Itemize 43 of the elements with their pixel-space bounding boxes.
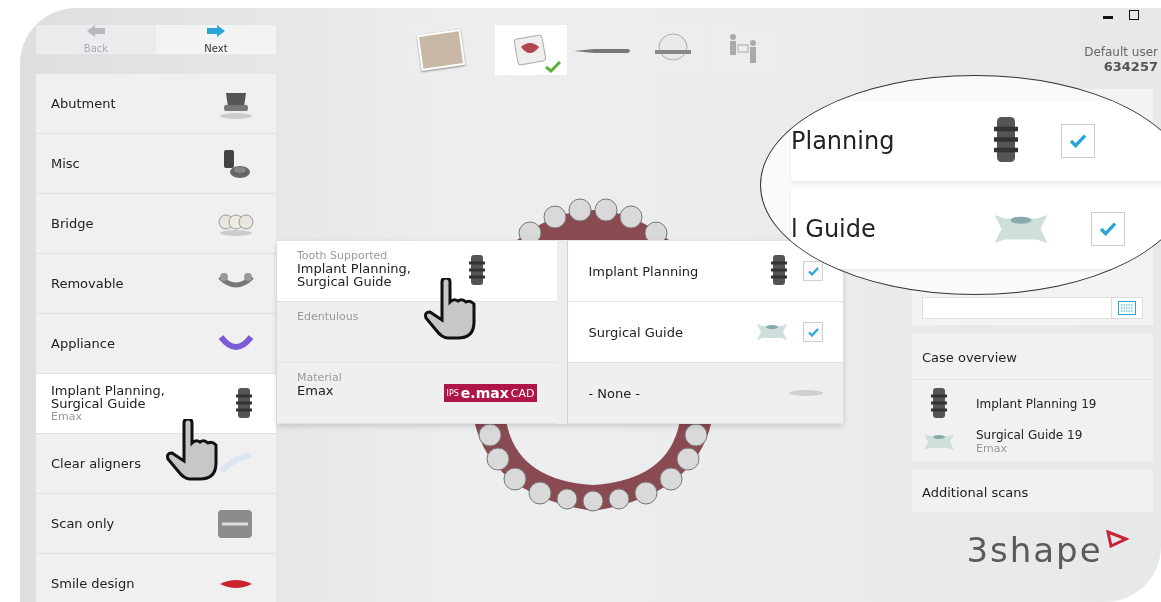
indication-item[interactable]: Bridge [36, 194, 276, 254]
checkbox[interactable] [803, 322, 823, 342]
case-item-label: Implant Planning 19 [976, 397, 1097, 411]
next-button[interactable]: Next [156, 25, 276, 54]
type-item[interactable]: - None - [568, 363, 843, 424]
dental-model-icon [216, 507, 254, 540]
section-title: Case overview [921, 349, 1018, 367]
maximize-icon[interactable] [1129, 10, 1139, 20]
arrow-right-icon [207, 25, 225, 37]
indication-item[interactable]: Scan only [36, 494, 276, 554]
additional-scans-panel[interactable]: Additional scans [912, 469, 1153, 512]
shadow-icon [789, 390, 823, 396]
indication-item[interactable]: Abutment [36, 74, 276, 134]
photo-placeholder [416, 29, 466, 71]
user-id: 634257 [1103, 59, 1158, 74]
checkbox[interactable] [803, 261, 823, 281]
check-icon [807, 327, 819, 337]
user-name: Default user [1084, 45, 1158, 59]
magnified-row: l Guide [791, 189, 1161, 269]
bridge-icon [218, 211, 254, 236]
indication-item[interactable]: Appliance [36, 314, 276, 374]
check-icon [1069, 134, 1087, 148]
check-icon [545, 61, 561, 73]
indication-item[interactable]: Smile design [36, 554, 276, 602]
logo-text: 3shape [966, 530, 1103, 570]
triangle-logo-icon [1104, 530, 1129, 548]
check-icon [1099, 222, 1117, 236]
input-field[interactable] [922, 297, 1143, 319]
case-item-label: Surgical Guide 19 [976, 428, 1083, 442]
indication-item[interactable]: Misc [36, 134, 276, 194]
magnified-row: Planning [791, 101, 1161, 181]
workflow-step[interactable] [495, 25, 567, 75]
case-item-material: Emax [976, 442, 1008, 455]
indication-item[interactable]: Implant Planning, Surgical Guide Emax [36, 374, 276, 434]
indication-item[interactable]: Removable [36, 254, 276, 314]
option-item[interactable]: Tooth Supported Implant Planning, Surgical Guide [277, 241, 558, 302]
type-item[interactable]: Implant Planning [568, 241, 843, 302]
type-item[interactable]: Surgical Guide [568, 302, 843, 363]
arrow-left-icon [87, 25, 105, 37]
minimize-icon[interactable] [1103, 16, 1113, 20]
check-icon [807, 266, 819, 276]
aligner-icon [218, 452, 254, 475]
lips-icon [218, 577, 254, 590]
